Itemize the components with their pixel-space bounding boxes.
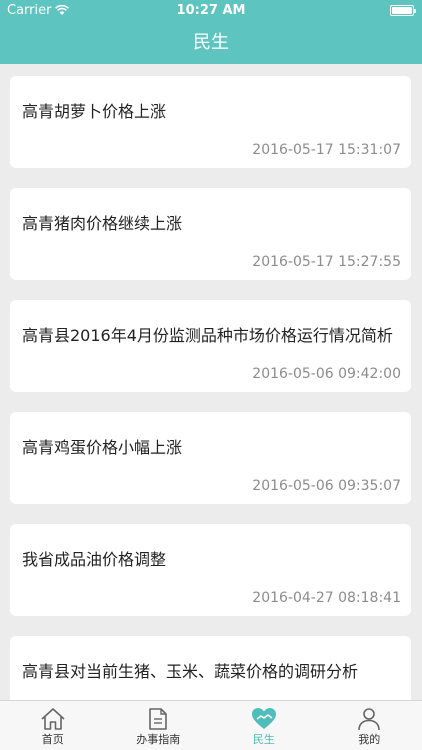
item-title: 我省成品油价格调整 [22,550,167,569]
list-item[interactable]: 高青猪肉价格继续上涨 2016-05-17 15:27:55 [10,188,411,280]
header: Carrier 10:27 AM 民生 [0,0,422,64]
battery-icon [390,5,416,16]
list-item[interactable]: 高青鸡蛋价格小幅上涨 2016-05-06 09:35:07 [10,412,411,504]
tab-profile[interactable]: 我的 [317,701,422,750]
list-item[interactable]: 高青县对当前生猪、玉米、蔬菜价格的调研分析 [10,636,411,700]
tab-home[interactable]: 首页 [0,701,106,750]
item-title: 高青鸡蛋价格小幅上涨 [22,438,183,457]
item-title: 高青胡萝卜价格上涨 [22,102,167,121]
heart-handshake-icon [251,708,276,729]
item-date: 2016-05-17 15:27:55 [252,254,401,270]
tab-label: 我的 [358,733,381,746]
item-date: 2016-05-17 15:31:07 [252,142,401,158]
tab-livelihood[interactable]: 民生 [211,701,317,750]
list-item[interactable]: 我省成品油价格调整 2016-04-27 08:18:41 [10,524,411,616]
item-date: 2016-05-06 09:42:00 [252,366,401,382]
item-date: 2016-05-06 09:35:07 [252,478,401,494]
list-item[interactable]: 高青胡萝卜价格上涨 2016-05-17 15:31:07 [10,76,411,168]
tab-guide[interactable]: 办事指南 [106,701,212,750]
tab-bar: 首页 办事指南 民生 我的 [0,700,422,750]
page-title: 民生 [193,32,229,53]
status-bar: Carrier 10:27 AM [0,0,422,22]
status-time: 10:27 AM [176,3,246,18]
item-date: 2016-04-27 08:18:41 [252,590,401,606]
tab-label: 办事指南 [136,733,181,746]
list-item[interactable]: 高青县2016年4月份监测品种市场价格运行情况简析 2016-05-06 09:… [10,300,411,392]
home-icon [41,708,65,730]
item-title: 高青县对当前生猪、玉米、蔬菜价格的调研分析 [22,662,359,681]
news-list[interactable]: 高青胡萝卜价格上涨 2016-05-17 15:31:07 高青猪肉价格继续上涨… [0,64,422,700]
tab-label: 民生 [252,733,275,746]
item-title: 高青县2016年4月份监测品种市场价格运行情况简析 [22,326,393,345]
tab-label: 首页 [41,733,64,746]
document-icon [149,708,168,730]
user-icon [358,708,381,731]
item-title: 高青猪肉价格继续上涨 [22,214,183,233]
